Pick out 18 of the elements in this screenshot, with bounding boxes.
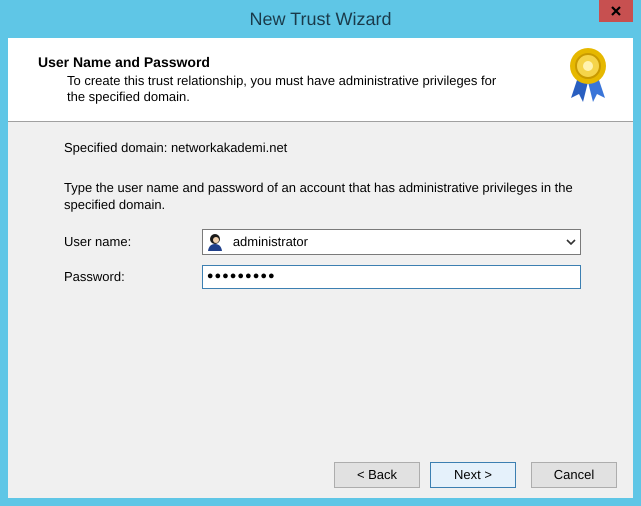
page-description: To create this trust relationship, you must have administrative privileges for the specified domain. (66, 73, 498, 105)
user-name-combo-box[interactable]: administrator (202, 228, 581, 254)
close-button[interactable] (599, 0, 633, 22)
field-label: Password: (64, 268, 126, 286)
specified-domain-text: Specified domain: networkakademi.net (64, 139, 288, 157)
field-label: User name: (64, 232, 132, 251)
password-field[interactable]: ●●●●●●●●● (202, 264, 581, 288)
masked-password: ●●●●●●●●● (206, 269, 276, 284)
wizard-button[interactable]: < Back (334, 462, 420, 488)
instruction-text: Type the user name and password of an account that has administrative privileges in the specified domain. (64, 178, 574, 212)
window-title: New Trust Wizard (249, 8, 392, 30)
wizard-button[interactable]: Next > (430, 462, 516, 488)
user-icon (206, 232, 223, 250)
wizard-button[interactable]: Cancel (531, 462, 617, 488)
page-heading: User Name and Password (38, 53, 211, 72)
dropdown-caret-icon[interactable] (566, 238, 576, 244)
field-value: administrator (232, 232, 309, 251)
close-icon (611, 6, 621, 16)
